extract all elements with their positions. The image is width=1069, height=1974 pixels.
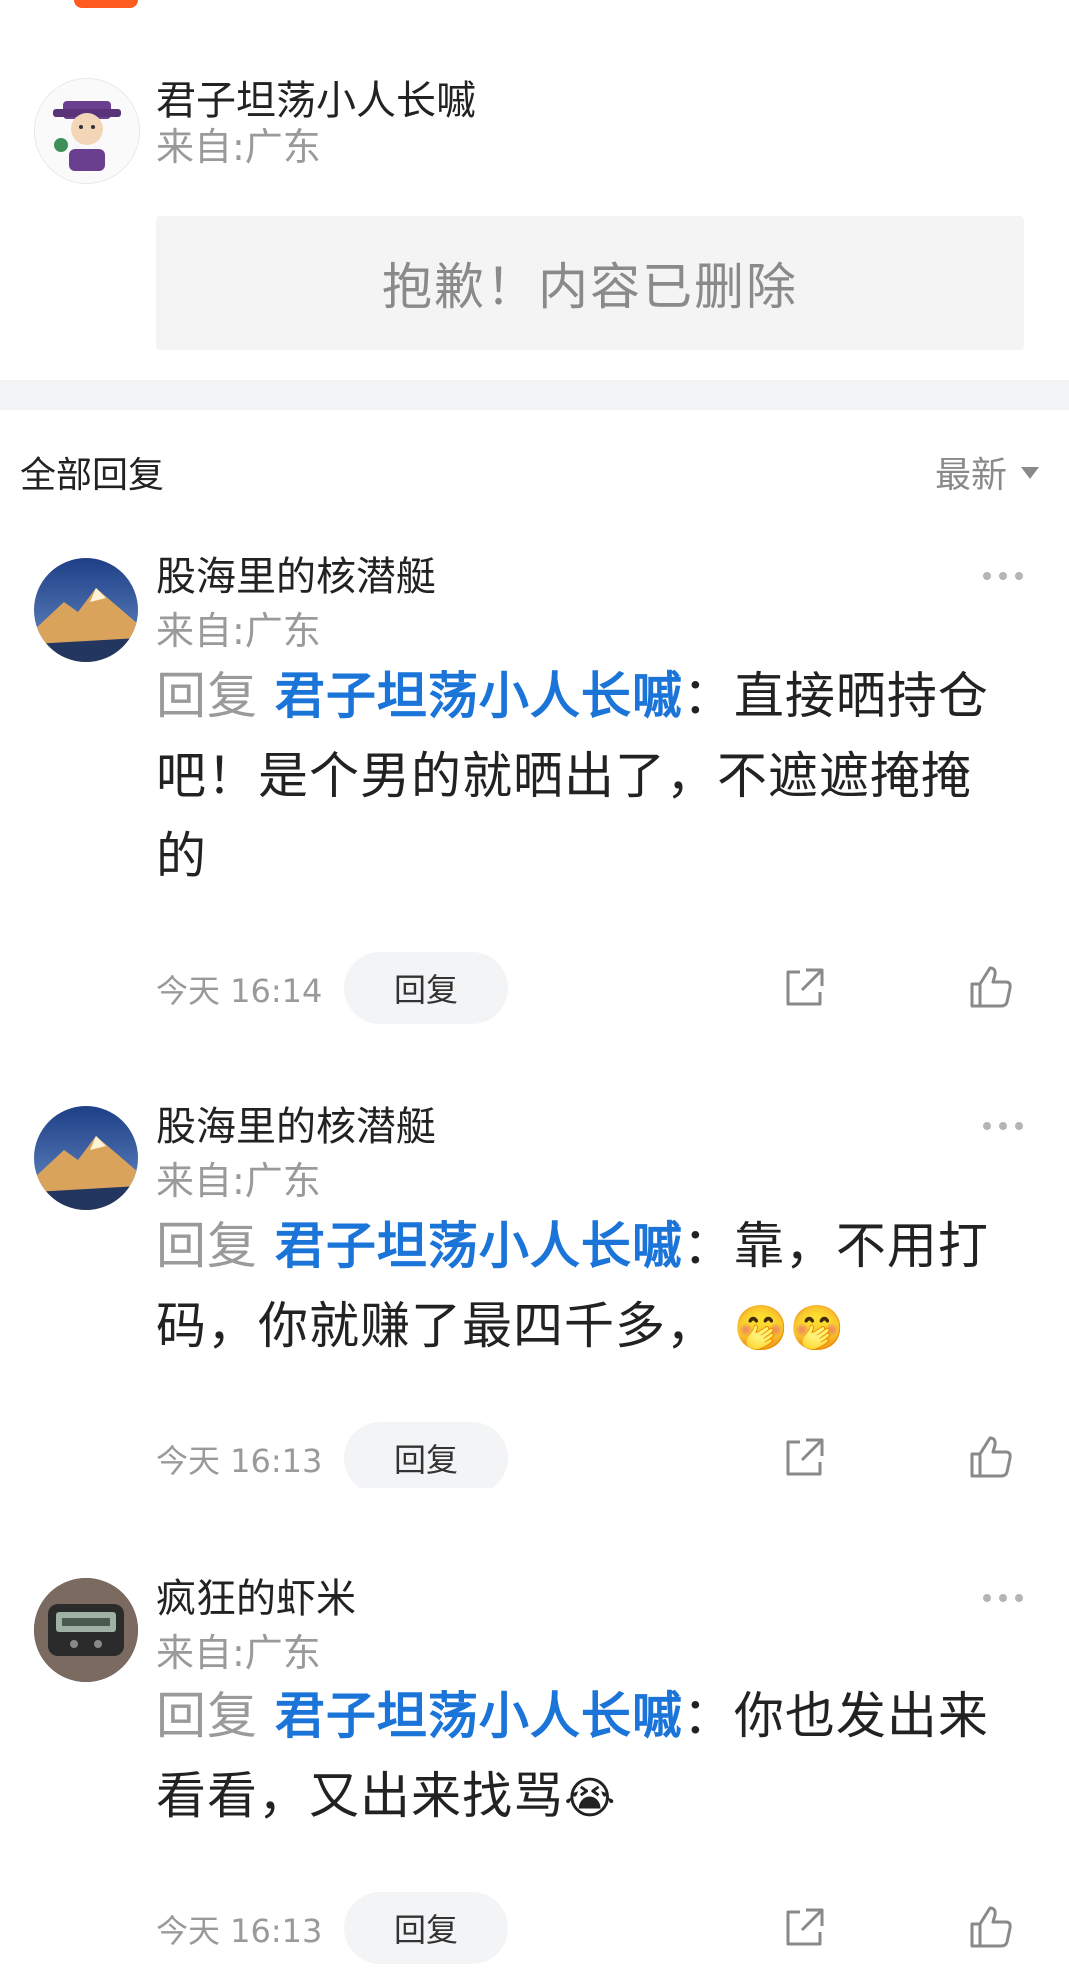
- reply-button[interactable]: 回复: [344, 1422, 508, 1494]
- share-icon[interactable]: [780, 1434, 828, 1482]
- location-label: 来自:广东: [156, 609, 321, 653]
- caret-down-icon[interactable]: [1021, 467, 1039, 479]
- username[interactable]: 疯狂的虾米: [156, 1566, 356, 1624]
- more-options-icon[interactable]: [983, 572, 1023, 580]
- reply-target-link[interactable]: 君子坦荡小人长嘁: [275, 667, 683, 725]
- comment-actions: 今天 16:13 回复: [156, 1422, 1036, 1494]
- comment-item: 股海里的核潜艇 来自:广东 回复 君子坦荡小人长嘁：靠，不用打码，你就赚了最四千…: [0, 1048, 1069, 1494]
- comment-item: 股海里的核潜艇 来自:广东 回复 君子坦荡小人长嘁：直接晒持仓吧！是个男的就晒出…: [0, 522, 1069, 1028]
- avatar[interactable]: [34, 1578, 138, 1682]
- reply-prefix: 回复: [156, 1687, 258, 1745]
- comment-item: 疯狂的虾米 来自:广东 回复 君子坦荡小人长嘁：你也发出来看看，又出来找骂😭 今…: [0, 1488, 1069, 1974]
- comment-text: 回复 君子坦荡小人长嘁：靠，不用打码，你就赚了最四千多， 🤭🤭: [156, 1206, 1006, 1369]
- replies-header: 全部回复 最新: [0, 410, 1069, 523]
- comment-actions: 今天 16:13 回复: [156, 1892, 1036, 1964]
- timestamp: 今天 16:13: [156, 1442, 323, 1480]
- timestamp: 今天 16:14: [156, 972, 323, 1010]
- reply-button[interactable]: 回复: [344, 1892, 508, 1964]
- deleted-content-notice: 抱歉！内容已删除: [156, 216, 1024, 350]
- emoji-icon: 🤭🤭: [733, 1303, 846, 1354]
- location-label: 来自:广东: [156, 1631, 321, 1675]
- emoji-icon: 😭: [564, 1773, 617, 1824]
- like-icon[interactable]: [966, 962, 1016, 1012]
- comment-text: 回复 君子坦荡小人长嘁：直接晒持仓吧！是个男的就晒出了，不遮遮掩掩的: [156, 656, 1006, 896]
- comment-text: 回复 君子坦荡小人长嘁：你也发出来看看，又出来找骂😭: [156, 1676, 1006, 1839]
- top-orange-tab[interactable]: [74, 0, 138, 8]
- username[interactable]: 股海里的核潜艇: [156, 544, 436, 602]
- location-label: 来自:广东: [156, 1159, 321, 1203]
- avatar[interactable]: [34, 558, 138, 662]
- reply-target-link[interactable]: 君子坦荡小人长嘁: [275, 1687, 683, 1745]
- section-divider: [0, 380, 1069, 410]
- more-options-icon[interactable]: [983, 1594, 1023, 1602]
- timestamp: 今天 16:13: [156, 1912, 323, 1950]
- like-icon[interactable]: [966, 1432, 1016, 1482]
- sort-dropdown[interactable]: 最新: [935, 446, 1039, 498]
- more-options-icon[interactable]: [983, 1122, 1023, 1130]
- like-icon[interactable]: [966, 1902, 1016, 1952]
- reply-button[interactable]: 回复: [344, 952, 508, 1024]
- reply-prefix: 回复: [156, 667, 258, 725]
- sort-label[interactable]: 最新: [935, 446, 1007, 498]
- share-icon[interactable]: [780, 964, 828, 1012]
- replies-title: 全部回复: [20, 455, 165, 496]
- reply-target-link[interactable]: 君子坦荡小人长嘁: [275, 1217, 683, 1275]
- comment-actions: 今天 16:14 回复: [156, 952, 1036, 1024]
- share-icon[interactable]: [780, 1904, 828, 1952]
- username[interactable]: 股海里的核潜艇: [156, 1094, 436, 1152]
- location-label: 来自:广东: [156, 125, 321, 169]
- avatar[interactable]: [34, 1106, 138, 1210]
- avatar[interactable]: [34, 78, 140, 184]
- reply-prefix: 回复: [156, 1217, 258, 1275]
- top-strip: [0, 0, 1069, 43]
- original-post: 君子坦荡小人长嘁 来自:广东 抱歉！内容已删除: [0, 42, 1069, 380]
